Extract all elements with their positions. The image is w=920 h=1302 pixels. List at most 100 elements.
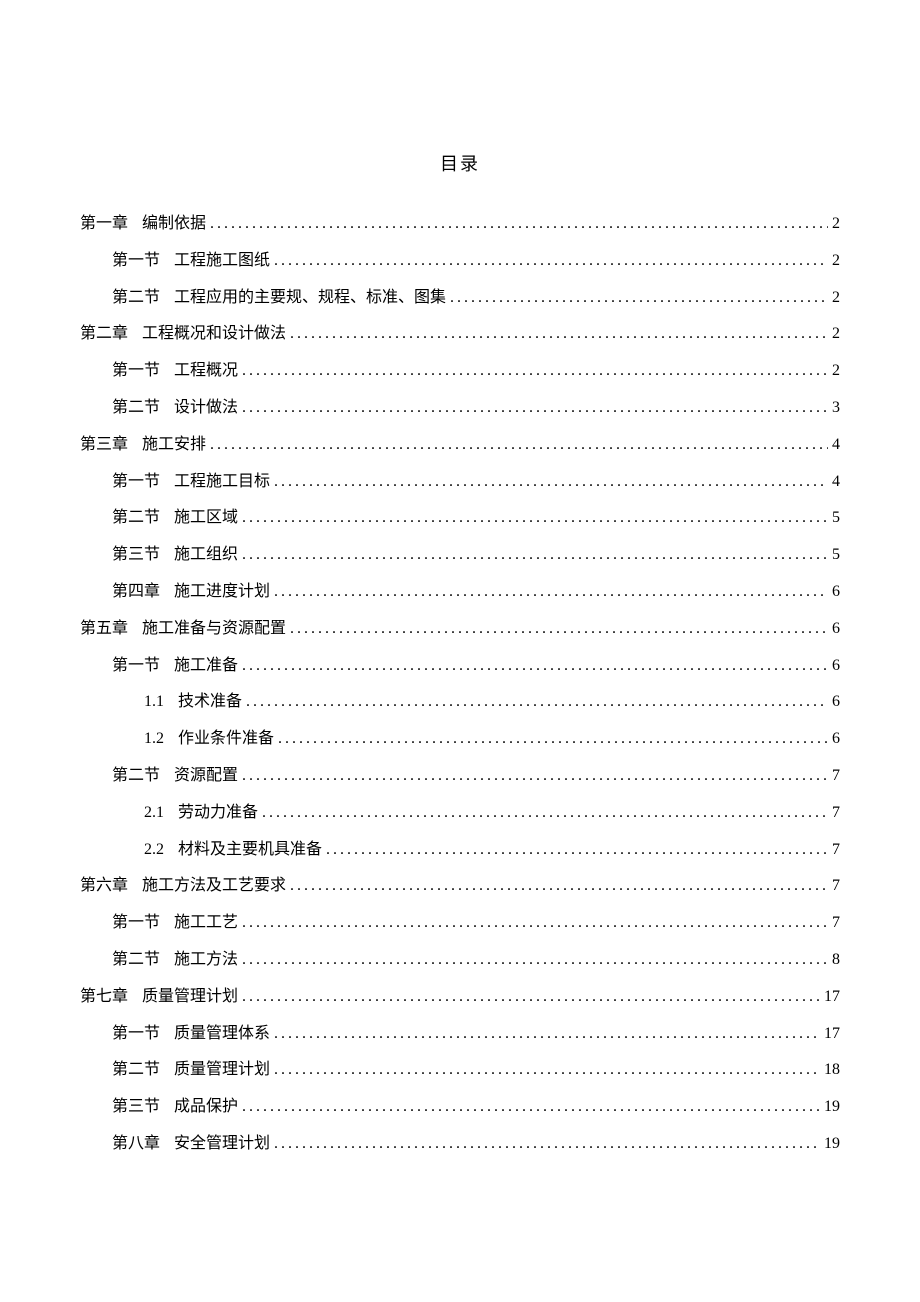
toc-entry-page: 4 [832,427,840,464]
toc-entry-label: 第六章 [80,868,128,905]
toc-entry-page: 4 [832,464,840,501]
toc-entry: 第三节施工组织 5 [80,537,840,574]
toc-entry-text: 工程概况 [174,353,238,390]
toc-entry-label: 第二节 [112,758,160,795]
toc-entry: 第一节施工准备6 [80,648,840,685]
toc-entry-label: 第一章 [80,206,128,243]
toc-dots [274,1126,820,1163]
toc-dots [242,648,828,685]
toc-entry-page: 17 [824,1016,840,1053]
toc-dots [278,721,828,758]
toc-entry-label: 第三节 [112,1089,160,1126]
toc-entry-page: 19 [824,1089,840,1126]
toc-entry-label: 第二节 [112,390,160,427]
toc-entry-text: 工程施工图纸 [174,243,270,280]
toc-dots [290,316,828,353]
toc-entry-text: 工程施工目标 [174,464,270,501]
toc-entry: 第一节工程概况 2 [80,353,840,390]
toc-entry-label: 第三节 [112,537,160,574]
toc-entry-text: 施工方法 [174,942,238,979]
toc-dots [274,574,828,611]
toc-dots [242,353,828,390]
toc-entry-label: 第一节 [112,464,160,501]
toc-entry-text: 质量管理计划 [142,979,238,1016]
toc-entry-label: 第二节 [112,280,160,317]
toc-entry-label: 第一节 [112,243,160,280]
toc-entry: 第一节工程施工目标 4 [80,464,840,501]
toc-entry-text: 作业条件准备 [178,721,274,758]
toc-entry-page: 18 [824,1052,840,1089]
toc-entry-text: 施工工艺 [174,905,238,942]
toc-entry-label: 第七章 [80,979,128,1016]
toc-entry-page: 2 [832,280,840,317]
toc-entry-text: 工程概况和设计做法 [142,316,286,353]
toc-entry-page: 2 [832,316,840,353]
toc-dots [290,868,828,905]
toc-dots [242,905,828,942]
toc-entry-label: 第三章 [80,427,128,464]
toc-entry-page: 5 [832,537,840,574]
toc-entry: 第三章施工安排4 [80,427,840,464]
toc-entry-text: 施工准备与资源配置 [142,611,286,648]
toc-dots [274,243,828,280]
toc-entry-text: 施工组织 [174,537,238,574]
toc-dots [242,942,828,979]
toc-entry: 第八章安全管理计划 19 [80,1126,840,1163]
toc-entry: 第三节成品保护19 [80,1089,840,1126]
toc-dots [242,1089,820,1126]
toc-dots [242,500,828,537]
toc-entry-label: 第二节 [112,500,160,537]
toc-entry-page: 6 [832,611,840,648]
toc-dots [246,684,828,721]
toc-entry-text: 安全管理计划 [174,1126,270,1163]
toc-entry-page: 2 [832,243,840,280]
toc-entry-page: 6 [832,648,840,685]
toc-entry: 第一章编制依据2 [80,206,840,243]
toc-entry-page: 2 [832,353,840,390]
toc-entry-page: 6 [832,574,840,611]
toc-entry: 第二节工程应用的主要规、规程、标准、图集2 [80,280,840,317]
toc-entry-page: 8 [832,942,840,979]
toc-dots [242,390,828,427]
toc-entry-text: 施工方法及工艺要求 [142,868,286,905]
toc-entry-text: 施工进度计划 [174,574,270,611]
toc-entry-page: 7 [832,868,840,905]
toc-entry-label: 1.1 [144,684,164,721]
toc-entry: 第七章质量管理计划 17 [80,979,840,1016]
toc-entry: 第二章工程概况和设计做法 2 [80,316,840,353]
toc-entry: 第二节施工方法8 [80,942,840,979]
toc-entry: 第四章施工进度计划6 [80,574,840,611]
toc-entry-page: 19 [824,1126,840,1163]
toc-entry-text: 质量管理计划 [174,1052,270,1089]
toc-dots [210,206,828,243]
toc-entry-label: 第二章 [80,316,128,353]
toc-entry-page: 7 [832,905,840,942]
toc-entry: 第一节施工工艺7 [80,905,840,942]
page-title: 目录 [80,150,840,176]
toc-entry-page: 5 [832,500,840,537]
toc-entry-page: 3 [832,390,840,427]
toc-entry-text: 施工区域 [174,500,238,537]
toc-entry-text: 设计做法 [174,390,238,427]
toc-entry-label: 第二节 [112,1052,160,1089]
toc-entry-page: 17 [824,979,840,1016]
toc-dots [262,795,828,832]
toc-dots [274,1016,820,1053]
toc-entry: 第二节施工区域 5 [80,500,840,537]
toc-entry: 第五章施工准备与资源配置 6 [80,611,840,648]
table-of-contents: 第一章编制依据2第一节工程施工图纸2第二节工程应用的主要规、规程、标准、图集2第… [80,206,840,1163]
toc-entry: 2.1劳动力准备7 [80,795,840,832]
toc-entry-text: 编制依据 [142,206,206,243]
toc-entry-text: 劳动力准备 [178,795,258,832]
toc-entry: 第二节设计做法 3 [80,390,840,427]
toc-dots [210,427,828,464]
toc-entry-label: 第五章 [80,611,128,648]
toc-entry-text: 资源配置 [174,758,238,795]
toc-entry-label: 第一节 [112,353,160,390]
toc-dots [326,832,828,869]
toc-entry-label: 第八章 [112,1126,160,1163]
toc-entry-page: 6 [832,721,840,758]
toc-entry-label: 2.2 [144,832,164,869]
toc-entry: 第六章施工方法及工艺要求 7 [80,868,840,905]
toc-entry-label: 2.1 [144,795,164,832]
